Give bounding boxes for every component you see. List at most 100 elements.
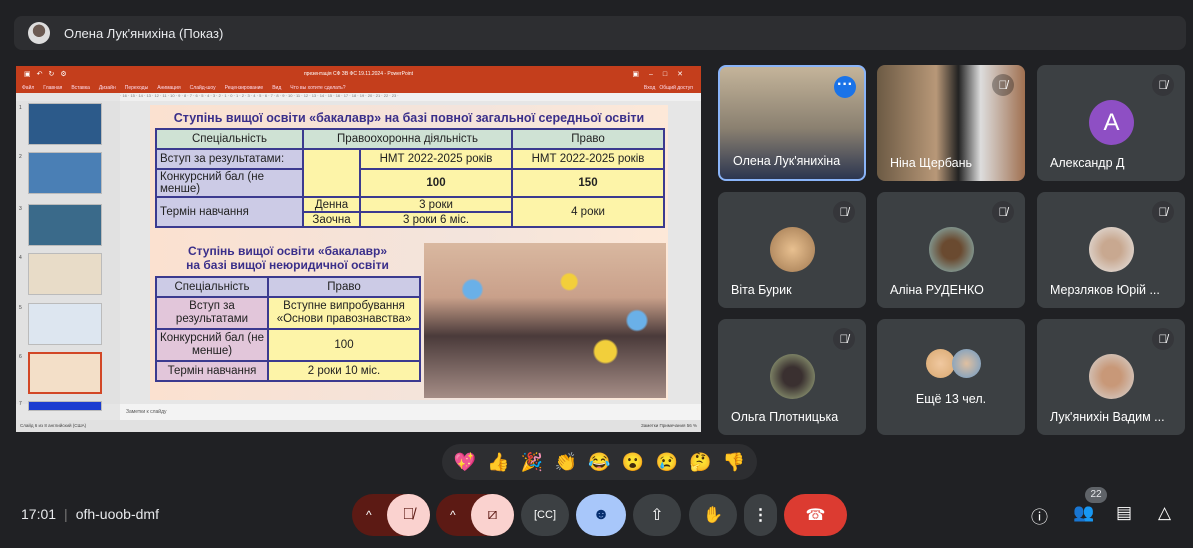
slide-thumb[interactable] [28,253,102,295]
participant-tile[interactable]: 🎙̸ Мерзляков Юрій ... [1037,192,1185,308]
cell: 3 роки 6 міс. [359,211,513,228]
meeting-details-icon[interactable]: ⓘ [1031,503,1048,528]
participant-tile[interactable]: ··· Олена Лук'янихіна [718,65,866,181]
share: Общий доступ [659,84,693,91]
people-icon[interactable]: 👥 [1073,503,1094,523]
slide-thumb[interactable] [28,152,102,194]
emoji-icon: ☻ [592,506,610,523]
present-screen-icon: ⇧ [650,507,664,524]
mic-toggle-button[interactable]: 🎙̸ [387,494,430,536]
mic-off-icon: 🎙̸ [992,74,1014,96]
thumb-num: 4 [19,255,22,261]
mic-off-icon: 🎙̸ [1152,201,1174,223]
ribbon-search: Что вы хотите сделать? [290,84,346,91]
participant-tile[interactable]: 🎙̸ Ніна Щербань [877,65,1025,181]
thumb-num: 7 [19,401,22,407]
cell: 100 [359,168,513,198]
more-participants-tile[interactable]: Ещё 13 чел. [877,319,1025,435]
mic-off-icon: 🎙̸ [1152,74,1174,96]
reaction-surprised[interactable]: 😮 [622,452,644,473]
thumb-num: 3 [19,206,22,212]
avatar [952,349,981,378]
audience-photo [424,243,666,398]
cell: 100 [267,328,421,362]
cell: Заочна [302,211,361,228]
avatar [770,227,815,272]
more-options-icon[interactable]: ··· [834,76,856,98]
more-options-button[interactable]: ⋮ [744,494,777,536]
cell: Спеціальність [155,128,304,150]
reaction-thumbs-down[interactable]: 👎 [723,452,745,473]
participant-tile[interactable]: 🎙̸ Лук'янихін Вадим ... [1037,319,1185,435]
more-vert-icon: ⋮ [752,507,769,524]
thumb-num: 5 [19,305,22,311]
slide-title-1: Ступінь вищої освіти «бакалавр» на базі … [173,111,645,125]
activities-icon[interactable]: △ [1158,503,1171,523]
participant-name: Олена Лук'янихіна [733,154,841,168]
reaction-clap[interactable]: 👏 [555,452,577,473]
participant-name: Віта Бурик [731,283,792,297]
shared-screen: ▣↶↻⚙ презентація СФ ЗВ ФС 19.11.2024 - P… [16,66,701,432]
reaction-party[interactable]: 🎉 [521,452,543,473]
ruler: · 16 · 15 · 14 · 13 · 12 · 11 · 10 · 9 ·… [120,93,701,101]
present-button[interactable]: ⇧ [633,494,681,536]
captions-button[interactable]: [CC] [521,494,569,536]
reaction-sparkling-heart[interactable]: 💖 [454,452,476,473]
avatar: A [1089,100,1134,145]
slide-thumb[interactable] [28,303,102,345]
cell: Конкурсний бал (не менше) [155,328,269,362]
avatar [1089,227,1134,272]
ribbon-tab: Переходы [124,84,149,91]
slide-thumb[interactable] [28,103,102,145]
slide-thumb[interactable] [28,401,102,411]
participant-tile[interactable]: 🎙̸ A Александр Д [1037,65,1185,181]
reaction-thinking[interactable]: 🤔 [689,452,711,473]
window-controls-icon: ▣–□✕ [632,71,693,78]
ribbon-tab: Главная [43,84,63,91]
people-count-badge: 22 [1085,487,1107,503]
avatar [926,349,955,378]
status-left: Слайд 6 из 8 английский (США) [20,423,87,428]
reaction-cry[interactable]: 😢 [656,452,678,473]
participant-name: Лук'янихін Вадим ... [1050,410,1165,424]
mic-off-icon: 🎙̸ [833,201,855,223]
hand-icon: ✋ [703,507,723,524]
participant-tile[interactable]: 🎙̸ Аліна РУДЕНКО [877,192,1025,308]
clock: 17:01 [21,506,57,522]
presenter-name: Олена Лук'янихіна (Показ) [64,25,224,41]
title-line: Ступінь вищої освіти «бакалавр» [187,244,388,258]
cell: Термін навчання [155,360,269,382]
slide-thumb-active[interactable] [28,352,102,394]
reactions-button[interactable]: ☻ [576,494,626,536]
slide: Ступінь вищої освіти «бакалавр» на базі … [150,105,668,400]
cell: НМТ 2022-2025 років [359,148,513,170]
meeting-info: 17:01 | ofh-uoob-dmf [21,506,159,522]
reaction-thumbs-up[interactable]: 👍 [487,452,509,473]
cell: Термін навчання [155,196,304,228]
camera-toggle-button[interactable]: ⧄ [471,494,514,536]
thumb-num: 2 [19,154,22,160]
slide-thumb[interactable] [28,204,102,246]
chat-icon[interactable]: ▤ [1116,503,1132,523]
cell: Спеціальність [155,276,269,298]
ribbon-tab: Анимация [157,84,181,91]
signin: Вход [643,84,656,91]
participant-tile[interactable]: 🎙̸ Віта Бурик [718,192,866,308]
ribbon-tab: Вид [272,84,282,91]
ribbon-tab: Слайд-шоу [189,84,216,91]
leave-call-button[interactable]: ☎ [784,494,847,536]
captions-icon: [CC] [534,509,556,521]
ribbon-tab: Дизайн [98,84,116,91]
more-count: Ещё 13 чел. [915,392,987,406]
mic-off-icon: 🎙̸ [1152,328,1174,350]
raise-hand-button[interactable]: ✋ [689,494,737,536]
reaction-laugh[interactable]: 😂 [588,452,610,473]
participant-tile[interactable]: 🎙̸ Ольга Плотницька [718,319,866,435]
mic-off-icon: 🎙̸ [402,506,415,523]
quick-access-icons: ▣↶↻⚙ [24,71,73,78]
presenter-avatar [28,22,50,44]
notes-pane[interactable]: Заметки к слайду [120,404,701,420]
cell: Правоохоронна діяльність [302,128,513,150]
hang-up-icon: ☎ [805,507,826,524]
cell: Вступ за результатами: [155,148,304,170]
